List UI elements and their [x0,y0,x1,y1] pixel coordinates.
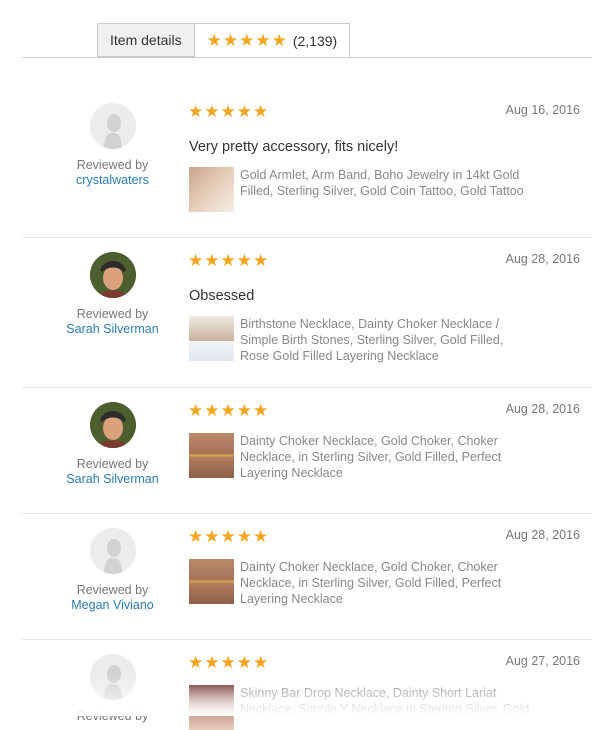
review-rating-stars: ★ ★ ★ ★ ★ [188,252,268,269]
star-icon: ★ [204,251,220,270]
item-thumbnail[interactable] [189,316,234,361]
review-divider [22,387,592,388]
review-rating-stars: ★ ★ ★ ★ ★ [188,103,268,120]
default-avatar-icon[interactable] [89,103,136,149]
item-title-link[interactable]: Dainty Choker Necklace, Gold Choker, Cho… [240,559,530,607]
star-icon: ★ [204,401,220,420]
reviewer-name-link[interactable]: Sarah Silverman [50,472,175,486]
reviewer-name-link[interactable]: crystalwaters [50,173,175,187]
review-divider [22,513,592,514]
tab-item-details[interactable]: Item details [97,23,195,57]
item-thumbnail[interactable] [189,559,234,604]
star-icon: ★ [204,102,220,121]
item-title-link[interactable]: Gold Armlet, Arm Band, Boho Jewelry in 1… [240,167,530,212]
star-icon: ★ [222,31,239,50]
tab-item-details-label: Item details [110,32,182,48]
star-icon: ★ [253,401,269,420]
review-rating-stars: ★ ★ ★ ★ ★ [188,528,268,545]
review-text: Very pretty accessory, fits nicely! [189,139,399,155]
star-icon: ★ [188,653,204,672]
star-icon: ★ [236,401,252,420]
review-item: Reviewed by Sarah Silverman ★ ★ ★ ★ ★ Aug 28… [22,402,592,514]
star-icon: ★ [236,653,252,672]
star-icon: ★ [236,527,252,546]
star-icon: ★ [204,653,220,672]
review-date: Aug 28, 2016 [505,402,580,416]
review-divider [22,639,592,640]
purchased-item[interactable]: Birthstone Necklace, Dainty Choker Neckl… [189,316,530,364]
reviewer-avatar[interactable] [89,252,136,298]
star-icon: ★ [236,251,252,270]
reviewed-by-label: Reviewed by [76,307,149,321]
reviewed-by-label: Reviewed by [76,158,149,172]
star-icon: ★ [220,527,236,546]
review-rating-stars: ★ ★ ★ ★ ★ [188,654,268,671]
review-item: Reviewed by Megan Viviano ★ ★ ★ ★ ★ Aug 28, … [22,528,592,640]
reviewer-name-link[interactable]: Sarah Silverman [50,322,175,336]
reviewer-avatar[interactable] [89,402,136,448]
tab-divider [22,57,592,58]
tab-rating-stars: ★ ★ ★ ★ ★ [207,32,287,49]
item-thumbnail[interactable] [189,433,234,478]
star-icon: ★ [253,527,269,546]
item-thumbnail[interactable] [189,167,234,212]
star-icon: ★ [220,251,236,270]
star-icon: ★ [188,401,204,420]
review-date: Aug 28, 2016 [505,252,580,266]
star-icon: ★ [220,401,236,420]
bottom-fade [0,676,612,716]
default-avatar-icon[interactable] [89,528,136,574]
reviewer: Reviewed by Megan Viviano [50,528,175,612]
item-title-link[interactable]: Dainty Choker Necklace, Gold Choker, Cho… [240,433,530,481]
review-date: Aug 27, 2016 [505,654,580,668]
star-icon: ★ [188,251,204,270]
purchased-item[interactable]: Dainty Choker Necklace, Gold Choker, Cho… [189,559,530,607]
review-item: Reviewed by Sarah Silverman ★ ★ ★ ★ ★ Aug 28… [22,252,592,388]
reviewer: Reviewed by crystalwaters [50,103,175,187]
star-icon: ★ [253,102,269,121]
star-icon: ★ [220,653,236,672]
reviewed-by-label: Reviewed by [76,457,149,471]
review-divider [22,237,592,238]
reviewed-by-label: Reviewed by [76,583,149,597]
star-icon: ★ [253,251,269,270]
star-icon: ★ [188,527,204,546]
star-icon: ★ [236,102,252,121]
star-icon: ★ [206,31,222,50]
star-icon: ★ [239,31,255,50]
purchased-item[interactable]: Dainty Choker Necklace, Gold Choker, Cho… [189,433,530,481]
review-rating-stars: ★ ★ ★ ★ ★ [188,402,268,419]
purchased-item[interactable]: Gold Armlet, Arm Band, Boho Jewelry in 1… [189,167,530,212]
star-icon: ★ [271,31,287,50]
review-text: Obsessed [189,288,255,304]
tab-bar: Item details ★ ★ ★ ★ ★ (2,139) [97,23,351,58]
review-item: Reviewed by crystalwaters ★ ★ ★ ★ ★ Aug 16, … [22,103,592,238]
star-icon: ★ [253,653,269,672]
star-icon: ★ [204,527,220,546]
reviewer: Reviewed by Sarah Silverman [50,402,175,486]
review-date: Aug 16, 2016 [505,103,580,117]
star-icon: ★ [220,102,236,121]
reviewer: Reviewed by Sarah Silverman [50,252,175,336]
item-title-link[interactable]: Birthstone Necklace, Dainty Choker Neckl… [240,316,530,364]
tab-reviews[interactable]: ★ ★ ★ ★ ★ (2,139) [194,23,351,58]
star-icon: ★ [255,31,271,50]
reviews-count: (2,139) [292,32,338,49]
review-date: Aug 28, 2016 [505,528,580,542]
star-icon: ★ [188,102,204,121]
reviewer-name-link[interactable]: Megan Viviano [50,598,175,612]
